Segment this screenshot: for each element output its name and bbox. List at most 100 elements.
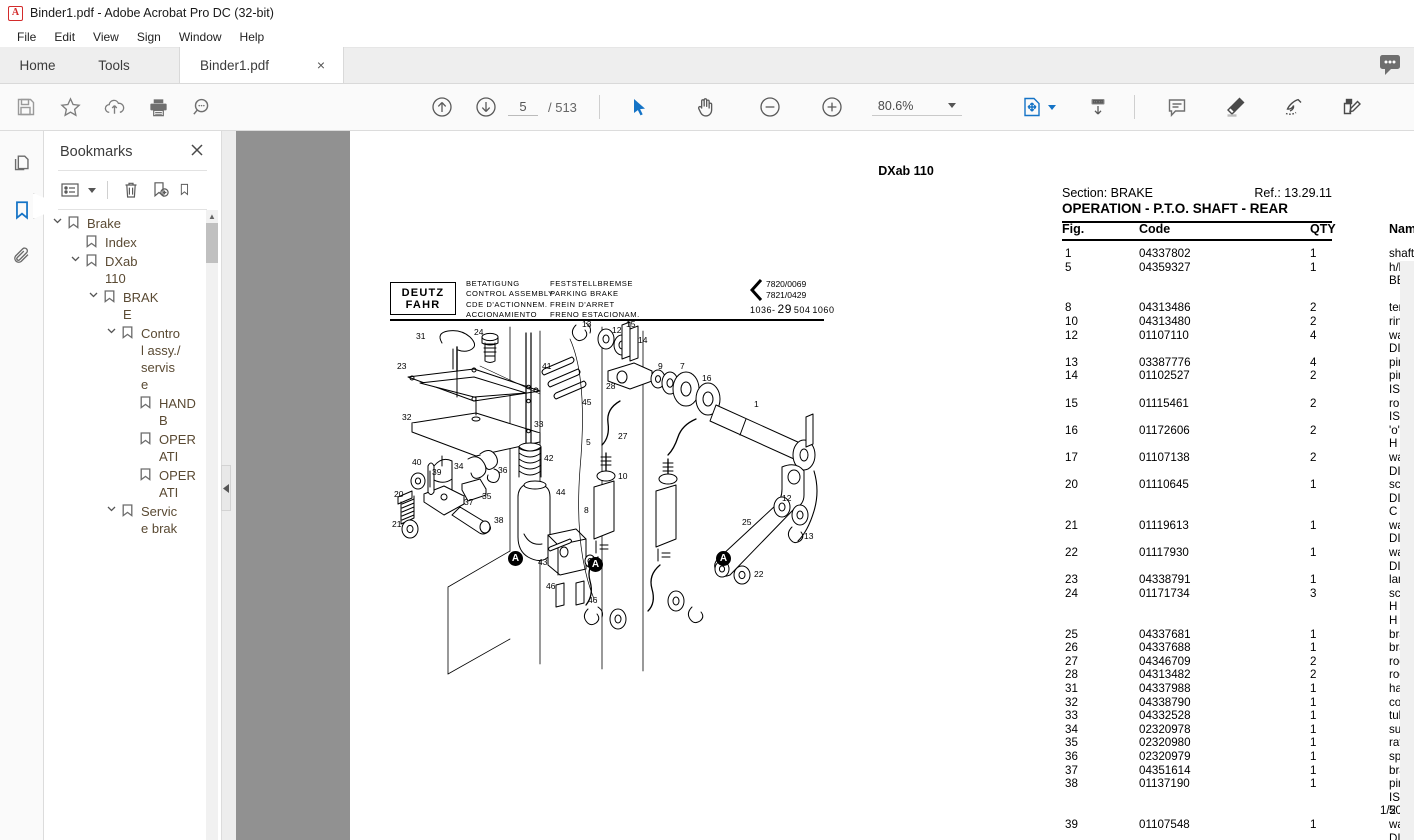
fit-page-chevron-icon[interactable] [1047,104,1056,110]
bookmark-item[interactable]: Service brak [44,502,221,538]
bookmark-item[interactable]: DXab 110 [44,252,221,288]
callout-14a: 14 [638,335,648,345]
cell-qty: 1 [1310,763,1317,777]
close-icon[interactable] [187,141,207,162]
fill-and-sign-icon[interactable] [1329,85,1373,129]
chevron-down-icon[interactable] [88,187,96,193]
panel-collapse-handle[interactable] [221,465,231,511]
chevron-down-icon[interactable] [50,215,65,224]
page-display-icon[interactable] [1076,85,1120,129]
viewport-scrollbar[interactable] [1400,261,1414,840]
bookmark-icon [101,289,118,303]
cell-qty: 4 [1310,355,1317,369]
comment-icon[interactable] [1155,85,1199,129]
callout-27a: 27 [618,431,628,441]
next-page-button[interactable] [464,85,508,129]
bookmark-item[interactable]: Control assy./servise [44,324,221,394]
save-icon[interactable] [4,85,48,129]
menu-edit[interactable]: Edit [45,28,84,46]
previous-page-button[interactable] [420,85,464,129]
bookmark-item[interactable]: OPERATI [44,430,221,466]
bookmark-item[interactable]: Index [44,233,221,252]
close-icon[interactable]: × [313,56,329,74]
menu-window[interactable]: Window [170,28,231,46]
hand-icon[interactable] [684,85,728,129]
cell-code: 01172606 [1139,423,1190,437]
edit-bookmark-icon[interactable] [179,179,193,201]
cell-fig: 31 [1065,682,1078,695]
table-row: 32043387901cover [1062,696,1414,710]
bookmark-label: Control assy./servise [141,326,181,392]
table-row: 38 01137190 1 pin [1062,777,1414,791]
bookmark-label: BRAKE [123,290,159,322]
search-icon[interactable] [180,85,224,129]
comment-balloon-icon[interactable] [1376,52,1404,78]
sign-icon[interactable] [1271,85,1315,129]
cell-code: 04338790 [1139,695,1191,709]
zoom-out-button[interactable] [748,85,792,129]
table-row: 33043325281tube [1062,709,1414,723]
callout-21: 21 [392,519,402,529]
cell-fig: 24 [1065,586,1078,600]
ref-bottom: 7821/0429 [766,290,807,300]
bookmark-label: Brake [87,216,121,231]
cell-qty: 1 [1310,736,1317,750]
menu-view[interactable]: View [84,28,128,46]
cell-qty: 4 [1310,328,1317,342]
bookmark-item[interactable]: OPERATI [44,466,221,502]
cell-fig: 27 [1065,654,1078,668]
bookmark-label: OPERATI [159,432,196,464]
bookmarks-toolbar [44,171,221,209]
chevron-down-icon[interactable] [86,289,101,298]
chevron-down-icon [947,103,956,108]
options-list-icon[interactable] [58,179,82,201]
menu-sign[interactable]: Sign [128,28,170,46]
menu-help[interactable]: Help [231,28,274,46]
zoom-in-button[interactable] [810,85,854,129]
bookmark-icon [83,253,100,267]
cell-code: 04337988 [1139,682,1191,695]
page-number-input[interactable]: 5 [508,99,538,116]
bookmarks-icon[interactable] [7,195,37,225]
caret-up-icon[interactable]: ▲ [206,210,218,223]
menu-file[interactable]: File [8,28,45,46]
scrollbar-thumb[interactable] [206,223,218,263]
acrobat-window: A Binder1.pdf - Adobe Acrobat Pro DC (32… [0,0,1414,840]
table-row-continuation: 50-2-A4C [1062,804,1414,818]
attachments-icon[interactable] [7,241,37,271]
tab-home[interactable]: Home [0,47,75,83]
drawing-no-a: 1036- [750,305,776,315]
bookmarks-tree[interactable]: Brake Index DXab 110 BRAKE Control assy./ser… [44,210,221,840]
cloud-upload-icon[interactable] [92,85,136,129]
table-row-continuation: H [1062,614,1414,628]
chevron-down-icon[interactable] [104,325,119,334]
bookmark-item[interactable]: Brake [44,214,221,233]
tab-tools[interactable]: Tools [75,47,153,83]
callout-12a: 12 [612,325,622,335]
tab-document[interactable]: Binder1.pdf × [179,47,344,83]
bookmarks-scrollbar[interactable]: ▲ [206,210,218,840]
table-row: 37043516141bracket [1062,764,1414,778]
tb-c2-l1: FESTSTELLBREMSE [550,279,633,288]
document-viewport[interactable]: DXab 110 Section: BRAKE Ref.: 13.29.11 O… [222,131,1414,840]
zoom-level-select[interactable]: 80.6% [871,99,962,116]
cell-code: 04338791 [1139,573,1191,587]
star-icon[interactable] [48,85,92,129]
bookmark-label: Index [105,235,137,250]
bookmark-item[interactable]: BRAKE [44,288,221,324]
chevron-down-icon[interactable] [68,253,83,262]
chevron-down-icon[interactable] [104,503,119,512]
delete-bookmark-icon[interactable] [119,179,143,201]
bookmark-item[interactable]: HANDB [44,394,221,430]
callout-15a: 15 [626,319,636,329]
cursor-arrow-icon[interactable] [618,85,662,129]
bracket-arrow-icon [750,279,762,301]
cell-qty: 1 [1310,682,1317,695]
page-footer-number: 1/2 [1380,805,1396,817]
model-text: DXab 110 [878,164,934,178]
page-thumbnails-icon[interactable] [7,149,37,179]
print-icon[interactable] [136,85,180,129]
highlighter-icon[interactable] [1213,85,1257,129]
new-bookmark-icon[interactable] [149,179,173,201]
drawing-reference-numbers: 7820/0069 7821/0429 1036- 29 504 1060 [750,279,834,316]
